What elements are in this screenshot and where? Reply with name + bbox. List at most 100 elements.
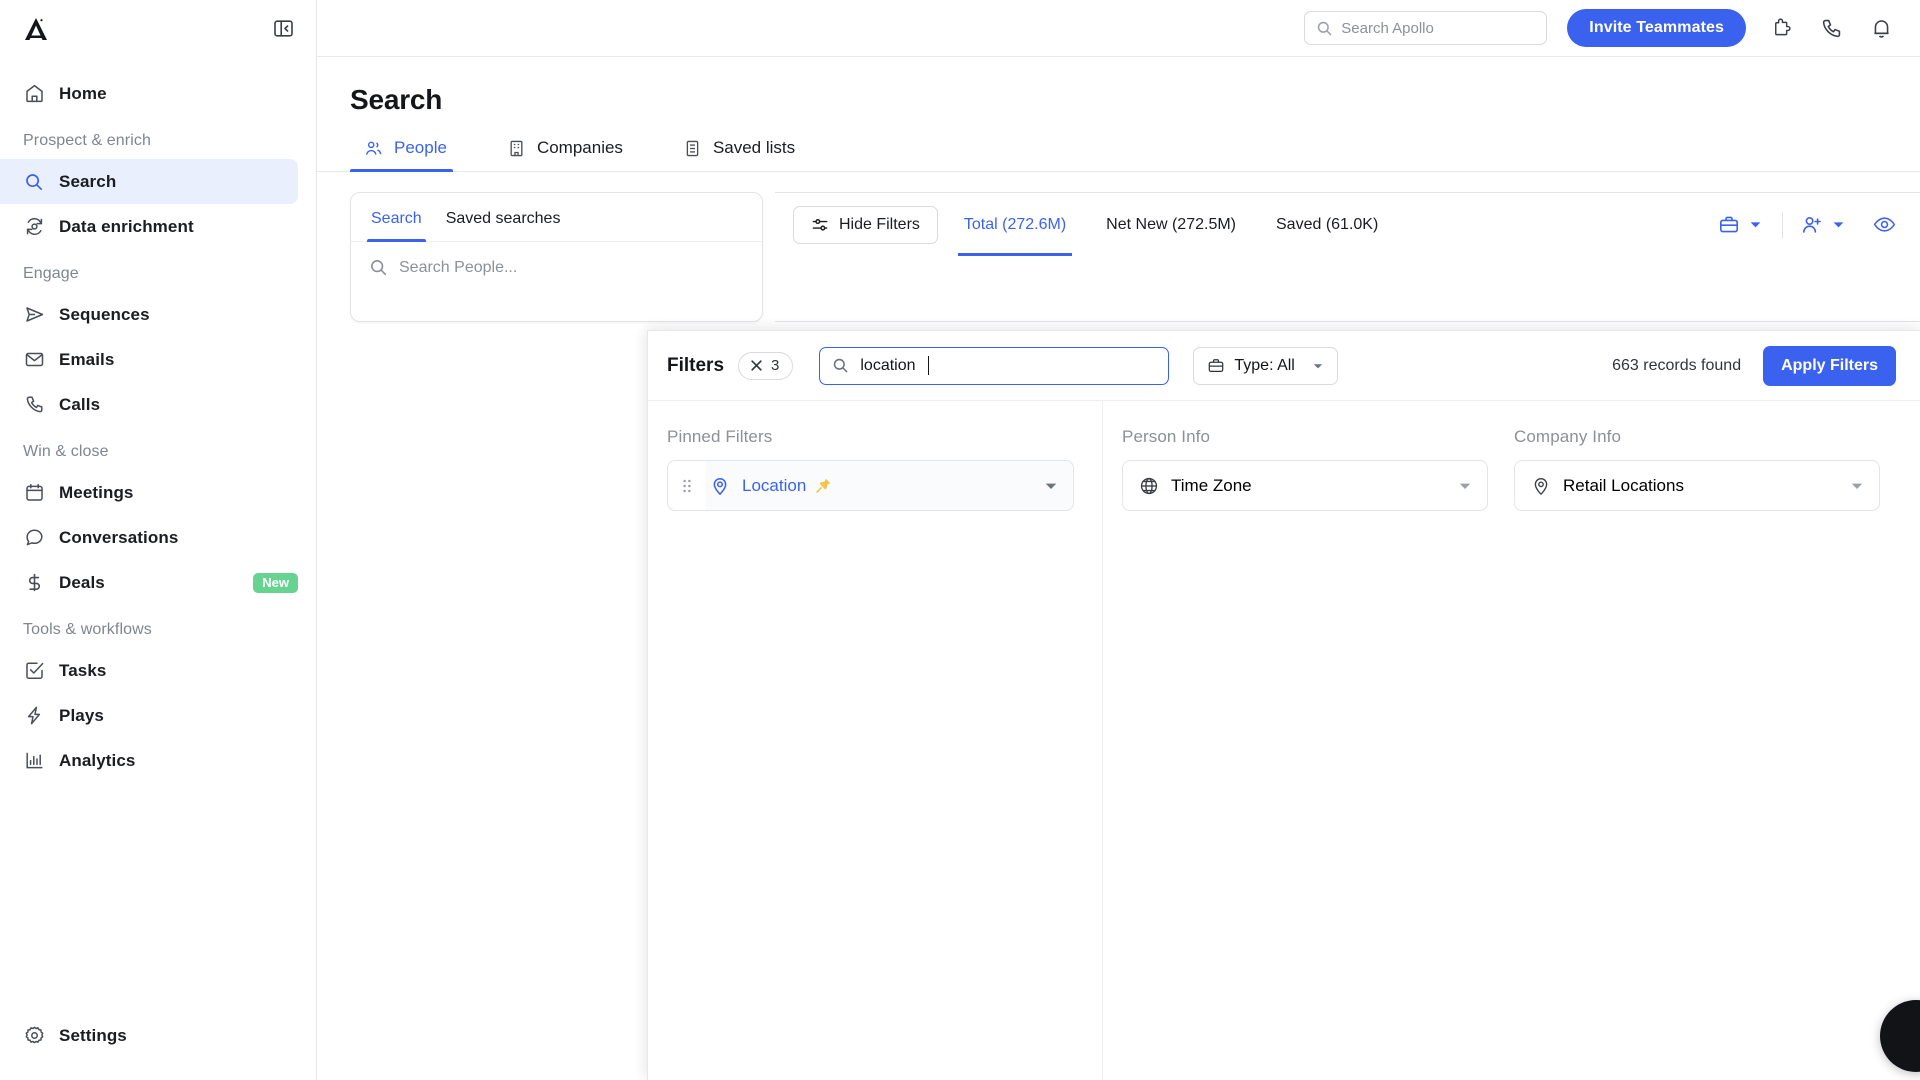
filter-type-label: Type: All xyxy=(1234,356,1295,374)
sidebar-item-analytics[interactable]: Analytics xyxy=(0,738,298,783)
global-search-input[interactable]: Search Apollo xyxy=(1304,11,1548,45)
tab-companies[interactable]: Companies xyxy=(493,138,645,171)
chat-bubble-icon xyxy=(23,527,45,549)
page-tabs: People Companies Saved lists xyxy=(317,138,1920,172)
app-root: Home Prospect & enrich Search Data enric… xyxy=(0,0,1920,1080)
sidebar-item-tasks[interactable]: Tasks xyxy=(0,648,298,693)
chevron-down-icon[interactable] xyxy=(1850,479,1864,493)
sidebar-item-label: Analytics xyxy=(59,750,136,770)
bell-icon[interactable] xyxy=(1866,13,1896,43)
sidebar-group-label: Tools & workflows xyxy=(23,621,152,638)
refresh-data-icon xyxy=(23,216,45,238)
people-icon xyxy=(364,139,383,158)
drag-handle-icon[interactable] xyxy=(668,461,706,510)
filter-item-location[interactable]: Location xyxy=(667,460,1074,511)
top-bar: Search Apollo Invite Teammates xyxy=(317,0,1920,57)
sidebar-item-settings[interactable]: Settings xyxy=(0,1013,298,1058)
search-panel-tab-saved-searches[interactable]: Saved searches xyxy=(434,193,573,241)
pushpin-icon[interactable] xyxy=(815,477,832,494)
search-panel-tab-search[interactable]: Search xyxy=(359,193,434,242)
phone-icon[interactable] xyxy=(1816,13,1846,43)
sidebar-item-search[interactable]: Search xyxy=(0,159,298,204)
search-icon xyxy=(369,258,388,277)
tab-label: Saved lists xyxy=(712,138,796,157)
page-title: Search xyxy=(350,84,443,115)
eye-icon[interactable] xyxy=(1873,213,1896,236)
main-area: Search Apollo Invite Teammates Search Pe… xyxy=(317,0,1920,1080)
chevron-down-icon[interactable] xyxy=(1829,216,1847,234)
column-label: Person Info xyxy=(1122,427,1211,446)
sidebar-item-plays[interactable]: Plays xyxy=(0,693,298,738)
sidebar-item-sequences[interactable]: Sequences xyxy=(0,292,298,337)
globe-icon xyxy=(1139,476,1159,496)
filter-type-select[interactable]: Type: All xyxy=(1193,346,1338,385)
search-panel-tabs: Search Saved searches xyxy=(351,193,762,242)
search-icon xyxy=(832,357,849,374)
content-row: Search Saved searches Search People... H… xyxy=(317,172,1920,322)
sidebar-group-label: Prospect & enrich xyxy=(23,132,151,149)
results-panel: Hide Filters Total (272.6M) Net New (272… xyxy=(775,192,1920,322)
invite-teammates-button[interactable]: Invite Teammates xyxy=(1567,9,1746,47)
results-tab-total[interactable]: Total (272.6M) xyxy=(950,193,1080,256)
clear-filters-chip[interactable]: 3 xyxy=(738,351,794,380)
building-icon xyxy=(507,139,526,158)
add-person-icon[interactable] xyxy=(1801,214,1823,236)
sidebar-item-data-enrichment[interactable]: Data enrichment xyxy=(0,204,298,249)
sidebar-item-meetings[interactable]: Conversations Meetings xyxy=(0,470,298,515)
person-info-column: Person Info Time Zone xyxy=(1122,427,1488,1080)
filter-label: Retail Locations xyxy=(1563,475,1684,495)
apollo-logo[interactable] xyxy=(22,15,50,43)
collapse-sidebar-icon[interactable] xyxy=(270,16,296,42)
filters-modal-header: Filters 3 location Type: All 663 records… xyxy=(648,331,1920,401)
briefcase-icon xyxy=(1207,357,1225,375)
sidebar-group-label: Win & close xyxy=(23,443,109,460)
search-people-input[interactable]: Search People... xyxy=(351,242,762,293)
tab-people[interactable]: People xyxy=(350,138,469,172)
sidebar-item-label: Sequences xyxy=(59,304,150,324)
chevron-down-icon[interactable] xyxy=(1458,479,1472,493)
checkbox-icon xyxy=(23,660,45,682)
sidebar-item-label: Home xyxy=(59,83,107,103)
divider xyxy=(1782,211,1783,238)
chevron-down-icon[interactable] xyxy=(1746,216,1764,234)
column-label: Company Info xyxy=(1514,427,1622,446)
sliders-icon xyxy=(811,216,829,234)
dollar-icon xyxy=(23,572,45,594)
sidebar-item-emails[interactable]: Emails xyxy=(0,337,298,382)
sidebar-item-deals[interactable]: Deals New xyxy=(0,560,298,605)
apply-filters-button[interactable]: Apply Filters xyxy=(1763,345,1896,386)
home-icon xyxy=(23,83,45,105)
sidebar-item-label: Conversations xyxy=(59,527,179,547)
sidebar-header xyxy=(0,0,316,57)
filter-item-time-zone[interactable]: Time Zone xyxy=(1122,460,1488,511)
filter-search-input[interactable]: location xyxy=(819,346,1170,385)
bar-chart-icon xyxy=(23,750,45,772)
results-tab-saved[interactable]: Saved (61.0K) xyxy=(1262,193,1392,256)
column-label: Pinned Filters xyxy=(667,427,773,446)
sidebar-group-label: Engage xyxy=(23,265,79,282)
filters-title: Filters xyxy=(667,354,725,376)
sidebar-item-label: Emails xyxy=(59,349,115,369)
puzzle-icon[interactable] xyxy=(1766,13,1796,43)
search-icon xyxy=(23,171,45,193)
tab-saved-lists[interactable]: Saved lists xyxy=(669,138,817,171)
sidebar-item-label: Tasks xyxy=(59,660,107,680)
hide-filters-button[interactable]: Hide Filters xyxy=(793,205,938,244)
pinned-filters-column: Pinned Filters Location xyxy=(648,401,1103,1080)
chevron-down-icon xyxy=(1312,360,1324,372)
envelope-icon xyxy=(23,349,45,371)
briefcase-icon[interactable] xyxy=(1718,214,1740,236)
sidebar-item-conversations[interactable]: Conversations xyxy=(0,515,298,560)
filters-count: 3 xyxy=(771,356,780,374)
chevron-down-icon[interactable] xyxy=(1044,479,1058,493)
filter-item-retail-locations[interactable]: Retail Locations xyxy=(1514,460,1880,511)
results-actions xyxy=(1718,211,1896,238)
sidebar-item-label: Settings xyxy=(59,1025,127,1045)
results-tab-net-new[interactable]: Net New (272.5M) xyxy=(1092,193,1250,256)
global-search-placeholder: Search Apollo xyxy=(1341,19,1434,37)
lightning-icon xyxy=(23,705,45,727)
records-found-label: 663 records found xyxy=(1612,356,1742,374)
sidebar-footer: Settings xyxy=(0,1013,316,1080)
sidebar-item-calls[interactable]: Calls xyxy=(0,382,298,427)
sidebar-item-home[interactable]: Home xyxy=(0,71,298,116)
